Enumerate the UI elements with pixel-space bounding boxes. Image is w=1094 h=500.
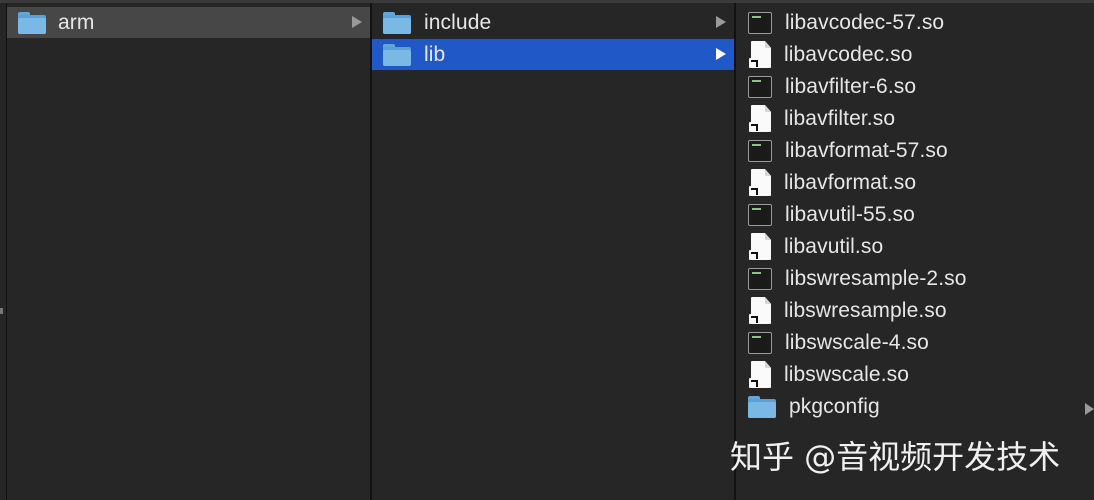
alias-document-icon (749, 233, 771, 260)
column-edge (0, 3, 7, 500)
executable-file-icon (748, 75, 772, 98)
list-item[interactable]: libswresample.so (736, 295, 1094, 326)
item-label: pkgconfig (789, 394, 880, 418)
column-resize-handle[interactable] (0, 308, 3, 314)
item-label: libswscale.so (784, 362, 910, 386)
finder-column-3[interactable]: libavcodec-57.so libavcodec.so libavfilt… (736, 3, 1094, 500)
chevron-right-icon (352, 16, 362, 28)
folder-icon (18, 11, 46, 34)
list-item[interactable]: libswscale.so (736, 359, 1094, 390)
list-item-pkgconfig[interactable]: pkgconfig (736, 391, 1094, 422)
alias-document-icon (749, 41, 771, 68)
list-item[interactable]: libavutil.so (736, 231, 1094, 262)
list-item-lib[interactable]: lib (372, 39, 734, 70)
chevron-right-icon (716, 16, 726, 28)
executable-file-icon (748, 267, 772, 290)
list-item[interactable]: libswresample-2.so (736, 263, 1094, 294)
chevron-right-icon (1085, 403, 1094, 415)
item-label: libavutil-55.so (785, 202, 915, 226)
folder-icon (383, 11, 411, 34)
item-label: libswscale-4.so (785, 330, 929, 354)
chevron-right-icon (716, 48, 726, 60)
list-item[interactable]: libavformat-57.so (736, 135, 1094, 166)
watermark: 知乎 @音视频开发技术 (730, 438, 1061, 476)
item-label: libavformat-57.so (785, 138, 948, 162)
list-item[interactable]: libavformat.so (736, 167, 1094, 198)
item-label: arm (58, 10, 95, 34)
item-label: libavfilter.so (784, 106, 896, 130)
item-label: libavcodec.so (784, 42, 913, 66)
list-item-include[interactable]: include (372, 7, 734, 38)
list-item[interactable]: libavcodec-57.so (736, 7, 1094, 38)
list-item[interactable]: libavfilter.so (736, 103, 1094, 134)
folder-icon (748, 395, 776, 418)
finder-column-2[interactable]: include lib (372, 3, 736, 500)
item-label: libavfilter-6.so (785, 74, 917, 98)
executable-file-icon (748, 139, 772, 162)
item-label: lib (424, 42, 446, 66)
finder-column-1[interactable]: arm (7, 3, 372, 500)
folder-icon (383, 43, 411, 66)
item-label: libswresample-2.so (785, 266, 967, 290)
list-item[interactable]: libavutil-55.so (736, 199, 1094, 230)
executable-file-icon (748, 203, 772, 226)
item-label: libavcodec-57.so (785, 10, 945, 34)
executable-file-icon (748, 331, 772, 354)
alias-document-icon (749, 361, 771, 388)
item-label: libswresample.so (784, 298, 947, 322)
item-label: libavutil.so (784, 234, 884, 258)
list-item[interactable]: libavfilter-6.so (736, 71, 1094, 102)
list-item-arm[interactable]: arm (7, 7, 370, 38)
alias-document-icon (749, 297, 771, 324)
list-item[interactable]: libavcodec.so (736, 39, 1094, 70)
item-label: libavformat.so (784, 170, 917, 194)
item-label: include (424, 10, 492, 34)
alias-document-icon (749, 169, 771, 196)
executable-file-icon (748, 11, 772, 34)
list-item[interactable]: libswscale-4.so (736, 327, 1094, 358)
alias-document-icon (749, 105, 771, 132)
